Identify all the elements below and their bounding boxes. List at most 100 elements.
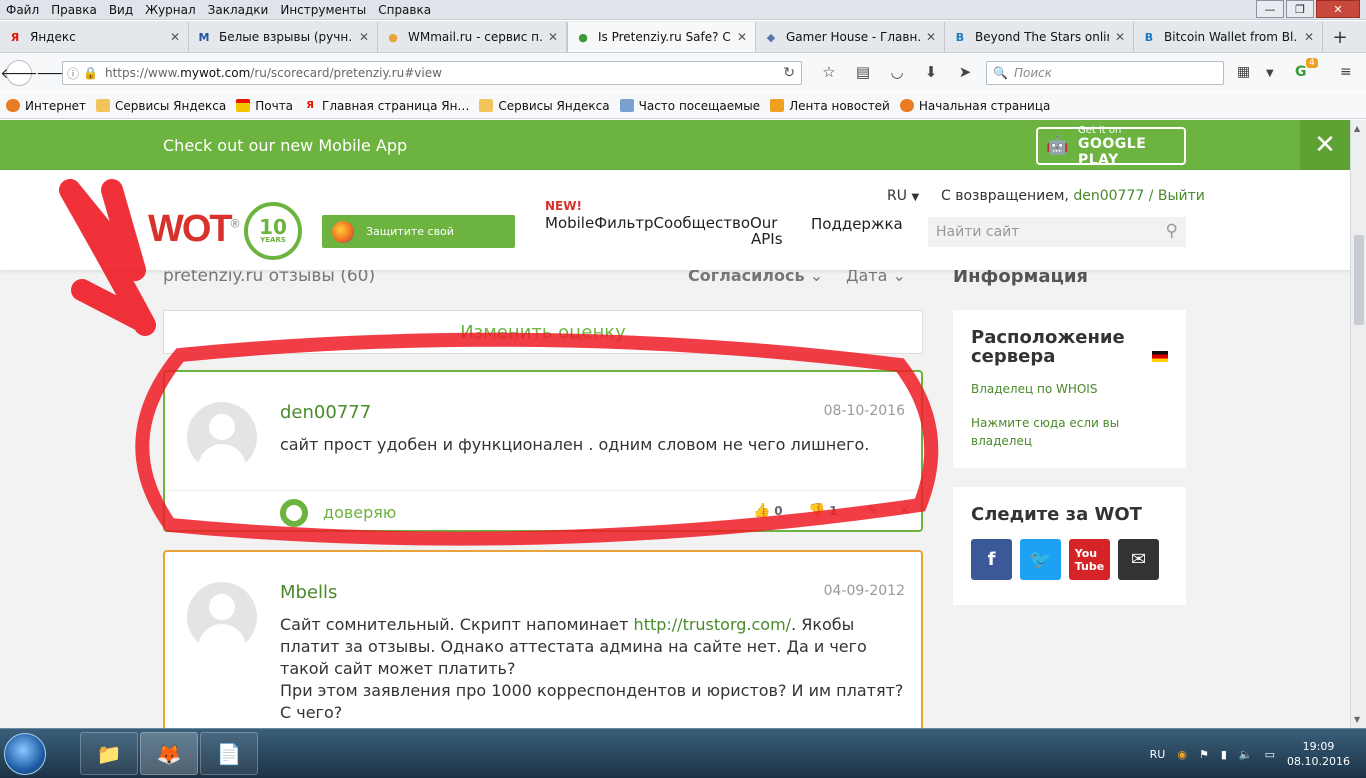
firefox-taskbar-icon[interactable]: 🦊 bbox=[140, 732, 198, 775]
bookmark-mail[interactable]: Почта bbox=[236, 99, 293, 113]
close-tab-icon[interactable]: ✕ bbox=[1304, 30, 1314, 44]
dropdown-icon[interactable]: ▼ bbox=[1266, 68, 1274, 79]
page-content: Check out our new Mobile App 🤖 Get it on… bbox=[0, 120, 1350, 728]
claim-owner-link[interactable]: Нажмите сюда если вы владелец bbox=[971, 414, 1121, 450]
tab-gamer-house[interactable]: ◆ Gamer House - Главн… ✕ bbox=[756, 22, 945, 52]
menu-bookmarks[interactable]: Закладки bbox=[202, 3, 275, 17]
scroll-up-icon[interactable]: ▲ bbox=[1354, 124, 1360, 133]
tab-white-explosions[interactable]: M Белые взрывы (ручн… ✕ bbox=[189, 22, 378, 52]
logout-link[interactable]: / Выйти bbox=[1149, 188, 1205, 204]
tray-app-icon[interactable]: ◉ bbox=[1177, 748, 1187, 761]
bookmark-star-icon[interactable]: ☆ bbox=[812, 63, 846, 81]
tab-yandex[interactable]: Я Яндекс ✕ bbox=[0, 22, 189, 52]
protect-button[interactable]: Защитите свой bbox=[322, 215, 515, 248]
info-icon[interactable]: ⓘ bbox=[63, 65, 83, 82]
maximize-button[interactable]: ❐ bbox=[1286, 0, 1314, 18]
thumbs-down-button[interactable]: 👎 1 bbox=[808, 503, 838, 519]
facebook-icon[interactable]: f bbox=[971, 539, 1012, 580]
menu-tools[interactable]: Инструменты bbox=[274, 3, 372, 17]
search-icon[interactable]: ⚲ bbox=[1166, 221, 1178, 241]
tray-language[interactable]: RU bbox=[1150, 748, 1166, 761]
lang-label: RU bbox=[887, 188, 907, 204]
google-play-button[interactable]: 🤖 Get it on GOOGLE PLAY bbox=[1036, 125, 1186, 168]
bookmark-yandex-home[interactable]: Я Главная страница Ян… bbox=[303, 99, 469, 113]
menu-history[interactable]: Журнал bbox=[139, 3, 202, 17]
bookmark-yandex-services-2[interactable]: Сервисы Яндекса bbox=[479, 99, 610, 113]
edit-icon[interactable]: ✎ bbox=[867, 503, 879, 519]
delete-icon[interactable]: ✕ bbox=[899, 503, 911, 519]
banner-close-button[interactable]: ✕ bbox=[1300, 120, 1350, 170]
review-footer: доверяю 👍 0 👎 1 ✎ ✕ bbox=[165, 490, 921, 530]
menu-view[interactable]: Вид bbox=[103, 3, 139, 17]
bookmark-yandex-services[interactable]: Сервисы Яндекса bbox=[96, 99, 226, 113]
nav-support[interactable]: Поддержка bbox=[811, 215, 903, 233]
thumbs-up-button[interactable]: 👍 0 bbox=[753, 503, 783, 519]
clock[interactable]: 19:09 08.10.2016 bbox=[1287, 739, 1350, 769]
minimize-button[interactable]: — bbox=[1256, 0, 1284, 18]
url-path: /ru/scorecard/pretenziy.ru#view bbox=[250, 66, 442, 80]
tab-bitcoin[interactable]: B Bitcoin Wallet from Bl… ✕ bbox=[1134, 22, 1323, 52]
windows-start-button[interactable] bbox=[4, 733, 46, 775]
email-icon[interactable]: ✉ bbox=[1118, 539, 1159, 580]
bookmark-news-feed[interactable]: Лента новостей bbox=[770, 99, 890, 113]
site-search-input[interactable]: Найти сайт ⚲ bbox=[928, 217, 1186, 247]
network-icon[interactable]: ▮ bbox=[1221, 748, 1227, 761]
close-tab-icon[interactable]: ✕ bbox=[1115, 30, 1125, 44]
menu-file[interactable]: Файл bbox=[0, 3, 45, 17]
back-button[interactable]: 🡐 bbox=[0, 60, 38, 86]
new-tab-button[interactable]: + bbox=[1323, 22, 1357, 52]
menu-edit[interactable]: Правка bbox=[45, 3, 103, 17]
tab-beyond-stars[interactable]: B Beyond The Stars online ✕ bbox=[945, 22, 1134, 52]
battery-icon[interactable]: ▭ bbox=[1265, 748, 1275, 761]
explorer-taskbar-icon[interactable]: 📁 bbox=[80, 732, 138, 775]
download-icon[interactable]: ⬇ bbox=[914, 63, 948, 81]
url-prefix: https://www. bbox=[105, 66, 181, 80]
youtube-icon[interactable]: You Tube bbox=[1069, 539, 1110, 580]
whois-link[interactable]: Владелец по WHOIS bbox=[971, 380, 1168, 398]
language-select[interactable]: RU ▼ bbox=[887, 188, 919, 204]
tab-wmmail[interactable]: ● WMmail.ru - сервис п… ✕ bbox=[378, 22, 567, 52]
user-link[interactable]: den00777 bbox=[1073, 188, 1144, 204]
bookmark-internet[interactable]: Интернет bbox=[6, 99, 86, 113]
volume-icon[interactable]: 🔈 bbox=[1239, 748, 1253, 761]
menu-help[interactable]: Справка bbox=[372, 3, 437, 17]
reload-icon[interactable]: ↻ bbox=[783, 65, 795, 81]
review-link[interactable]: http://trustorg.com/ bbox=[634, 615, 792, 634]
nav-apis[interactable]: APIs bbox=[751, 231, 783, 247]
flag-icon[interactable]: ⚑ bbox=[1199, 748, 1209, 761]
close-tab-icon[interactable]: ✕ bbox=[926, 30, 936, 44]
close-tab-icon[interactable]: ✕ bbox=[548, 30, 558, 44]
page-scrollbar[interactable]: ▲ ▼ bbox=[1350, 120, 1366, 728]
bookmark-most-visited[interactable]: Часто посещаемые bbox=[619, 99, 760, 113]
tab-pretenziy[interactable]: ● Is Pretenziy.ru Safe? C… ✕ bbox=[567, 22, 756, 52]
pocket-icon[interactable]: ◡ bbox=[880, 63, 914, 81]
main-nav[interactable]: MobileФильтрСообществоOur APIs bbox=[545, 214, 783, 247]
scrollbar-thumb[interactable] bbox=[1354, 235, 1364, 325]
addon-icon[interactable]: ▦ bbox=[1237, 64, 1250, 80]
review-username[interactable]: Mbells bbox=[280, 582, 337, 603]
reading-list-icon[interactable]: ▤ bbox=[846, 63, 880, 81]
twitter-icon[interactable]: 🐦 bbox=[1020, 539, 1061, 580]
grammarly-icon[interactable]: G bbox=[1295, 64, 1307, 80]
bookmark-start-page[interactable]: Начальная страница bbox=[899, 99, 1050, 113]
close-tab-icon[interactable]: ✕ bbox=[737, 30, 747, 44]
close-window-button[interactable]: ✕ bbox=[1316, 0, 1360, 18]
nav-links[interactable]: MobileФильтрСообществоOur bbox=[545, 214, 777, 232]
system-tray: RU ◉ ⚑ ▮ 🔈 ▭ 19:09 08.10.2016 bbox=[1150, 729, 1366, 778]
wot-icon: ● bbox=[578, 30, 588, 44]
bookmarks-toolbar: Интернет Сервисы Яндекса Почта Я Главная … bbox=[0, 93, 1366, 119]
word-taskbar-icon[interactable]: 📄 bbox=[200, 732, 258, 775]
logo-reg: ® bbox=[230, 216, 240, 231]
scroll-down-icon[interactable]: ▼ bbox=[1354, 715, 1360, 724]
address-bar[interactable]: ⓘ 🔒 https://www.mywot.com/ru/scorecard/p… bbox=[62, 61, 802, 85]
browser-search-input[interactable]: 🔍 Поиск bbox=[986, 61, 1224, 85]
forward-button[interactable]: 🡒 bbox=[36, 65, 74, 82]
wot-logo[interactable]: WOT® bbox=[148, 208, 240, 251]
close-tab-icon[interactable]: ✕ bbox=[359, 30, 369, 44]
menu-icon[interactable]: ≡ bbox=[1340, 64, 1352, 80]
close-tab-icon[interactable]: ✕ bbox=[170, 30, 180, 44]
change-rating-button[interactable]: Изменить оценку bbox=[163, 310, 923, 354]
review-username[interactable]: den00777 bbox=[280, 402, 371, 423]
review-card: den00777 08-10-2016 сайт прост удобен и … bbox=[163, 370, 923, 532]
send-icon[interactable]: ➤ bbox=[948, 63, 982, 81]
